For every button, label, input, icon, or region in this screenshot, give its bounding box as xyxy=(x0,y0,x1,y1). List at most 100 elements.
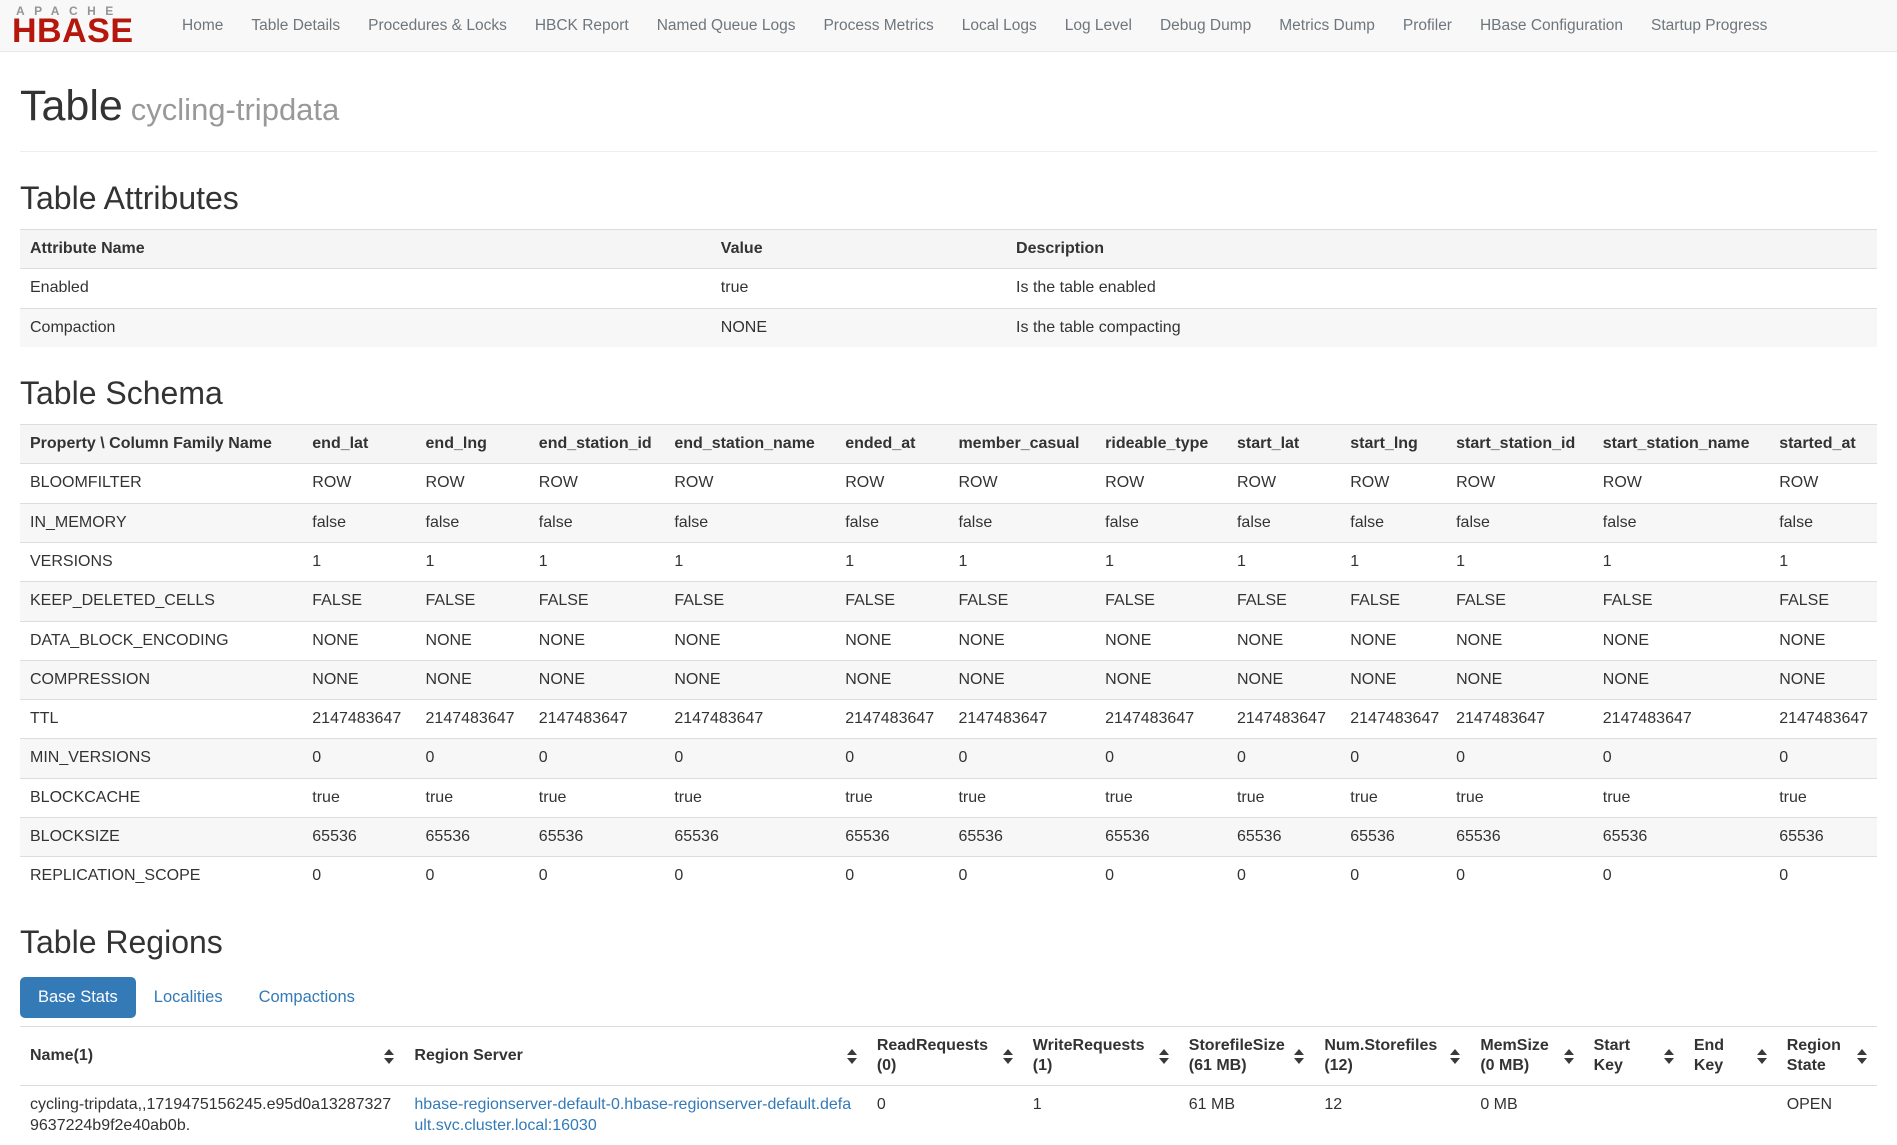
sort-icon[interactable] xyxy=(1757,1049,1767,1064)
sort-icon[interactable] xyxy=(1003,1049,1013,1064)
nav-item-hbck-report[interactable]: HBCK Report xyxy=(521,0,643,52)
nav-item-procedures-locks[interactable]: Procedures & Locks xyxy=(354,0,521,52)
read-requests-cell: 0 xyxy=(867,1086,1023,1145)
attribute-name-cell: Enabled xyxy=(20,269,711,308)
hbase-logo[interactable]: APACHE HBASE xyxy=(12,5,150,46)
nav-item-named-queue-logs[interactable]: Named Queue Logs xyxy=(643,0,810,52)
nav-item-home[interactable]: Home xyxy=(168,0,237,52)
regions-heading: Table Regions xyxy=(20,924,1877,961)
schema-cell: NONE xyxy=(1340,660,1446,699)
nav-item: Profiler xyxy=(1389,0,1466,52)
schema-cell: 1 xyxy=(1446,542,1593,581)
tab-localities[interactable]: Localities xyxy=(136,977,241,1018)
region-server-link[interactable]: hbase-regionserver-default-0.hbase-regio… xyxy=(414,1096,851,1133)
tab-compactions[interactable]: Compactions xyxy=(241,977,373,1018)
column-header-family: ended_at xyxy=(835,424,948,463)
mem-size-cell: 0 MB xyxy=(1470,1086,1583,1145)
schema-cell: 0 xyxy=(835,739,948,778)
schema-cell: NONE xyxy=(302,660,415,699)
schema-cell: false xyxy=(529,503,665,542)
schema-cell: FALSE xyxy=(948,582,1095,621)
schema-cell: NONE xyxy=(835,660,948,699)
logo-hbase-text: HBASE xyxy=(12,17,150,46)
table-row: VERSIONS 111111111111 xyxy=(20,542,1877,581)
column-header-family: start_station_id xyxy=(1446,424,1593,463)
schema-table: Property \ Column Family Name end_lat en… xyxy=(20,424,1877,896)
nav-item-hbase-configuration[interactable]: HBase Configuration xyxy=(1466,0,1637,52)
sort-icon[interactable] xyxy=(1450,1049,1460,1064)
nav-item-profiler[interactable]: Profiler xyxy=(1389,0,1466,52)
nav-item: Process Metrics xyxy=(809,0,947,52)
attributes-heading: Table Attributes xyxy=(20,180,1877,217)
tab-base-stats[interactable]: Base Stats xyxy=(20,977,136,1018)
schema-cell: 2147483647 xyxy=(664,700,835,739)
schema-cell: 2147483647 xyxy=(416,700,529,739)
nav-item-startup-progress[interactable]: Startup Progress xyxy=(1637,0,1781,52)
nav-item-process-metrics[interactable]: Process Metrics xyxy=(809,0,947,52)
attributes-table: Attribute Name Value Description Enabled… xyxy=(20,229,1877,347)
schema-cell: 0 xyxy=(1446,739,1593,778)
column-header-family: start_station_name xyxy=(1593,424,1769,463)
schema-cell: 0 xyxy=(1769,739,1877,778)
schema-cell: 1 xyxy=(1593,542,1769,581)
schema-property-cell: VERSIONS xyxy=(20,542,302,581)
schema-cell: 1 xyxy=(835,542,948,581)
schema-cell: ROW xyxy=(664,464,835,503)
schema-cell: 2147483647 xyxy=(1227,700,1340,739)
schema-cell: 0 xyxy=(835,857,948,896)
schema-cell: false xyxy=(1227,503,1340,542)
schema-cell: FALSE xyxy=(1769,582,1877,621)
schema-cell: NONE xyxy=(529,660,665,699)
sort-icon[interactable] xyxy=(1664,1049,1674,1064)
table-row: BLOCKCACHE truetruetruetruetruetruetruet… xyxy=(20,778,1877,817)
schema-cell: true xyxy=(1227,778,1340,817)
nav-item-metrics-dump[interactable]: Metrics Dump xyxy=(1265,0,1389,52)
schema-cell: ROW xyxy=(948,464,1095,503)
schema-cell: NONE xyxy=(948,660,1095,699)
schema-cell: 0 xyxy=(1340,857,1446,896)
attribute-value-cell: NONE xyxy=(711,308,1006,347)
table-row: IN_MEMORY falsefalsefalsefalsefalsefalse… xyxy=(20,503,1877,542)
schema-cell: 0 xyxy=(302,857,415,896)
nav-item: Metrics Dump xyxy=(1265,0,1389,52)
storefile-size-cell: 61 MB xyxy=(1179,1086,1315,1145)
table-row: TTL 214748364721474836472147483647214748… xyxy=(20,700,1877,739)
schema-cell: true xyxy=(1446,778,1593,817)
column-header-family: end_lat xyxy=(302,424,415,463)
schema-cell: 65536 xyxy=(664,818,835,857)
schema-cell: FALSE xyxy=(1340,582,1446,621)
nav-item-debug-dump[interactable]: Debug Dump xyxy=(1146,0,1265,52)
nav-item: Local Logs xyxy=(948,0,1051,52)
nav-item-local-logs[interactable]: Local Logs xyxy=(948,0,1051,52)
sort-icon[interactable] xyxy=(1857,1049,1867,1064)
num-storefiles-cell: 12 xyxy=(1314,1086,1470,1145)
schema-cell: NONE xyxy=(1340,621,1446,660)
table-row: BLOCKSIZE 655366553665536655366553665536… xyxy=(20,818,1877,857)
nav-item-table-details[interactable]: Table Details xyxy=(237,0,354,52)
page-container: Tablecycling-tripdata Table Attributes A… xyxy=(0,82,1897,1145)
schema-cell: 1 xyxy=(664,542,835,581)
schema-cell: NONE xyxy=(1095,621,1227,660)
schema-cell: 65536 xyxy=(529,818,665,857)
schema-cell: 0 xyxy=(1593,857,1769,896)
schema-cell: 2147483647 xyxy=(1593,700,1769,739)
nav-item: Startup Progress xyxy=(1637,0,1781,52)
nav-item-log-level[interactable]: Log Level xyxy=(1051,0,1146,52)
sort-icon[interactable] xyxy=(384,1049,394,1064)
schema-cell: 0 xyxy=(1095,739,1227,778)
schema-cell: 65536 xyxy=(1446,818,1593,857)
column-header-family: end_lng xyxy=(416,424,529,463)
schema-cell: ROW xyxy=(835,464,948,503)
schema-cell: 0 xyxy=(529,739,665,778)
column-header-family: member_casual xyxy=(948,424,1095,463)
sort-icon[interactable] xyxy=(1294,1049,1304,1064)
nav-links: Home Table Details Procedures & Locks HB… xyxy=(168,0,1781,52)
schema-cell: 1 xyxy=(1227,542,1340,581)
sort-icon[interactable] xyxy=(847,1049,857,1064)
schema-cell: 0 xyxy=(1227,857,1340,896)
schema-cell: 0 xyxy=(664,857,835,896)
sort-icon[interactable] xyxy=(1564,1049,1574,1064)
schema-cell: NONE xyxy=(1446,660,1593,699)
schema-cell: 0 xyxy=(529,857,665,896)
sort-icon[interactable] xyxy=(1159,1049,1169,1064)
